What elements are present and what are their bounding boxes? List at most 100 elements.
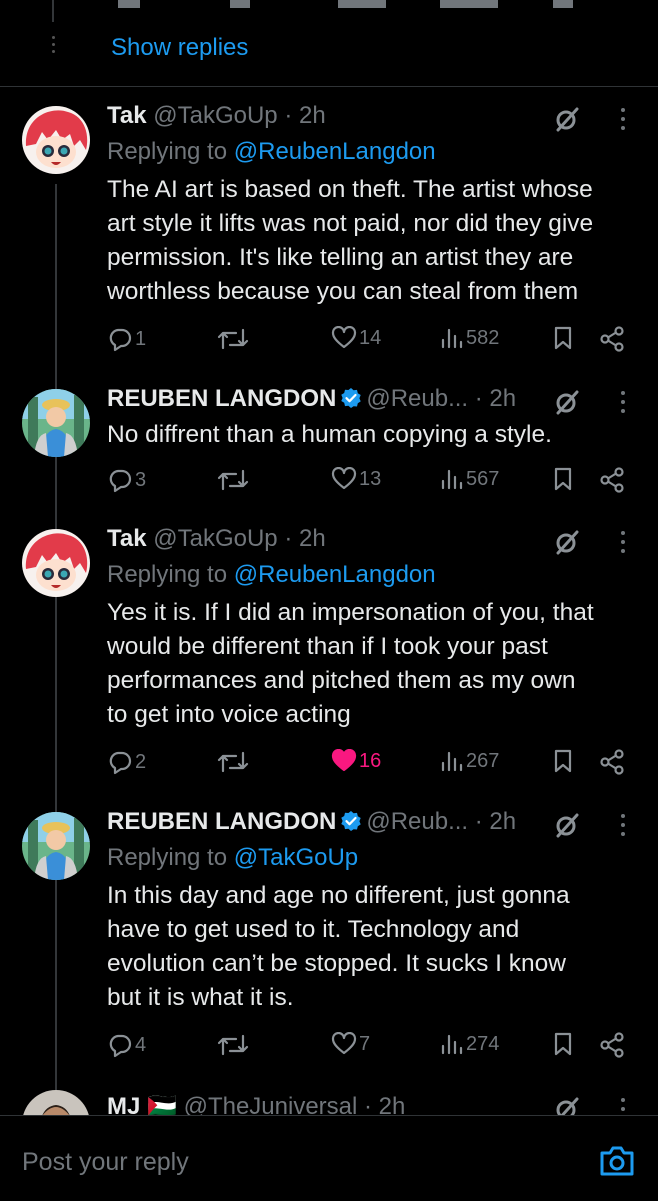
views-button[interactable]: 274 [440,1032,499,1056]
share-button[interactable] [599,1032,625,1058]
mention-link[interactable]: @TakGoUp [234,844,358,871]
tweet-header: REUBEN LANGDON @Reub... · 2h [107,385,558,413]
text-line: evolution can’t be stopped. It sucks I k… [107,950,566,977]
heart-icon [331,1032,357,1055]
grok-icon[interactable] [554,529,580,555]
bookmark-button[interactable] [553,749,573,773]
cropped-action-icons [553,0,573,8]
like-button[interactable]: 7 [331,1032,370,1056]
display-name[interactable]: REUBEN LANGDON [107,385,336,412]
timestamp[interactable]: · 2h [475,808,516,835]
more-icon[interactable] [620,531,626,557]
display-name[interactable]: Tak [107,102,147,129]
reply-button[interactable]: 1 [107,326,146,352]
timestamp[interactable]: · 2h [284,102,325,129]
grok-icon[interactable] [554,812,580,838]
reply-button[interactable]: 3 [107,467,146,493]
show-replies-link[interactable]: Show replies [111,34,248,62]
text-line: art style it lifts was not paid, nor did… [107,210,594,237]
more-icon[interactable] [620,108,626,134]
view-count: 267 [466,749,500,772]
divider [0,86,658,87]
avatar[interactable] [22,106,90,174]
like-button[interactable]: 14 [331,326,381,350]
views-button[interactable]: 582 [440,326,499,350]
like-count: 13 [359,467,382,490]
text-line: but it is what it is. [107,984,294,1011]
like-count: 14 [359,326,382,349]
reply-input[interactable]: Post your reply [22,1148,189,1177]
reply-icon [109,751,132,775]
replying-to: Replying to @ReubenLangdon [107,561,436,589]
avatar[interactable] [22,389,90,457]
views-icon [441,751,463,772]
text-line: Yes it is. If I did an impersonation of … [107,599,594,626]
text-line: The AI art is based on theft. The artist… [107,176,593,203]
share-icon [600,1032,624,1058]
retweet-button[interactable] [217,467,249,493]
views-button[interactable]: 567 [440,467,499,491]
bookmark-icon [554,326,572,350]
cropped-action-icons [118,0,140,8]
like-button[interactable]: 16 [331,749,381,773]
reply-icon [109,469,132,493]
bookmark-icon [554,1032,572,1056]
handle[interactable]: @TakGoUp [153,525,277,552]
action-bar: 1 14 582 [107,326,627,354]
text-line: No diffrent than a human copying a style… [107,421,552,448]
retweet-icon [217,751,249,773]
text-line: permission. It's like telling an artist … [107,244,574,271]
mention-link[interactable]: @ReubenLangdon [234,138,436,165]
action-bar: 3 13 567 [107,467,627,495]
timestamp[interactable]: · 2h [475,385,516,412]
replying-label: Replying to [107,138,234,165]
like-count: 16 [359,749,382,772]
retweet-icon [217,469,249,491]
cropped-action-icons [338,0,386,8]
text-line: would be different than if I took your p… [107,633,548,660]
grok-icon[interactable] [554,106,580,132]
like-button[interactable]: 13 [331,467,381,491]
more-icon[interactable] [620,391,626,417]
share-button[interactable] [599,467,625,493]
replying-to: Replying to @TakGoUp [107,844,358,872]
display-name[interactable]: REUBEN LANGDON [107,808,336,835]
thread-line [55,184,57,1106]
avatar[interactable] [22,812,90,880]
reply-icon [109,1034,132,1058]
display-name[interactable]: Tak [107,525,147,552]
handle[interactable]: @TakGoUp [153,102,277,129]
tweet-text: In this day and age no different, just g… [107,879,642,1015]
camera-icon[interactable] [598,1144,636,1178]
tweet-text: Yes it is. If I did an impersonation of … [107,596,642,732]
views-icon [441,328,463,349]
grok-icon[interactable] [554,389,580,415]
bookmark-button[interactable] [553,467,573,491]
avatar[interactable] [22,529,90,597]
views-button[interactable]: 267 [440,749,499,773]
retweet-button[interactable] [217,326,249,352]
timestamp[interactable]: · 2h [284,525,325,552]
retweet-icon [217,328,249,350]
bookmark-button[interactable] [553,1032,573,1056]
thread-dots-icon [50,36,58,56]
tweet-text: No diffrent than a human copying a style… [107,418,642,452]
handle[interactable]: @Reub... [366,385,468,412]
share-button[interactable] [599,326,625,352]
retweet-button[interactable] [217,1032,249,1058]
reply-button[interactable]: 4 [107,1032,146,1058]
share-button[interactable] [599,749,625,775]
text-line: performances and pitched them as my own [107,667,576,694]
reply-button[interactable]: 2 [107,749,146,775]
thread-line [52,0,54,22]
retweet-button[interactable] [217,749,249,775]
bookmark-button[interactable] [553,326,573,350]
tweet-header: Tak @TakGoUp · 2h [107,102,558,130]
handle[interactable]: @Reub... [366,808,468,835]
views-icon [441,469,463,490]
replying-label: Replying to [107,561,234,588]
verified-icon [341,388,362,408]
retweet-icon [217,1034,249,1056]
mention-link[interactable]: @ReubenLangdon [234,561,436,588]
more-icon[interactable] [620,814,626,840]
